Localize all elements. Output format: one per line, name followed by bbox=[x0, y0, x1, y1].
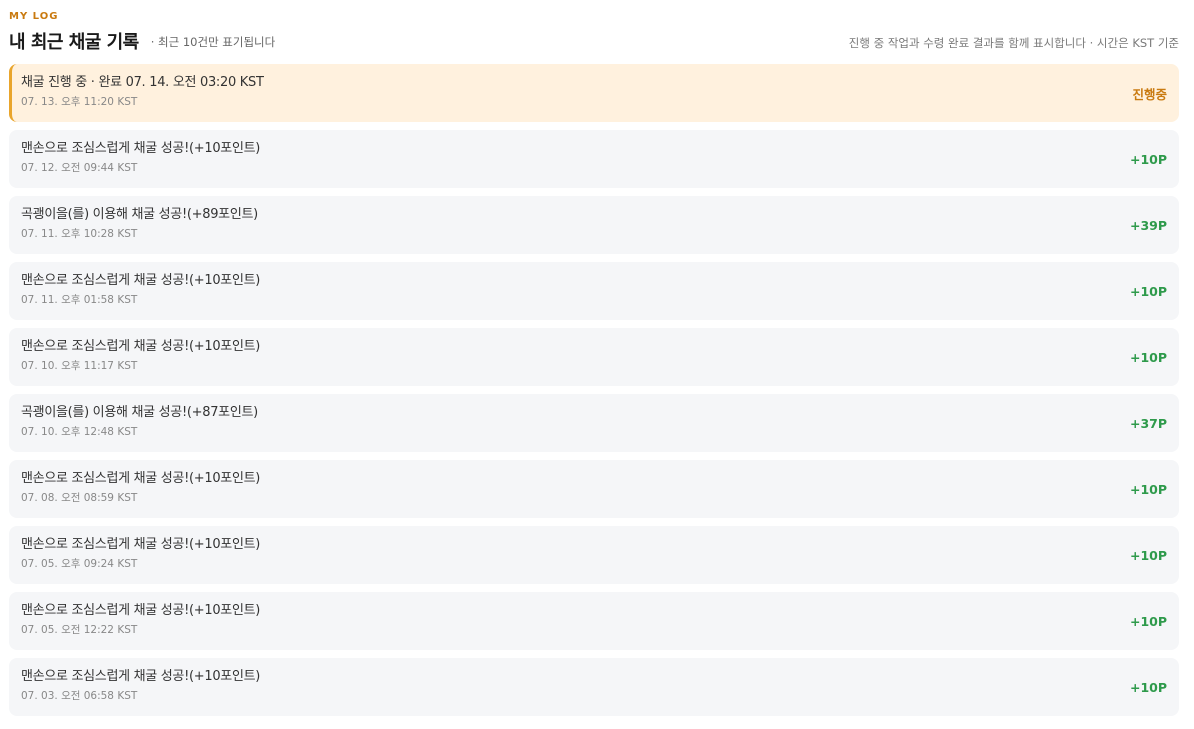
log-entry-text: 맨손으로 조심스럽게 채굴 성공!(+10포인트) 07. 12. 오전 09:… bbox=[21, 140, 260, 175]
log-entry-points: +37P bbox=[1129, 415, 1167, 431]
log-entry-title: 맨손으로 조심스럽게 채굴 성공!(+10포인트) bbox=[21, 471, 261, 486]
log-entry-time: 07. 11. 오후 01:58 KST bbox=[21, 294, 138, 306]
log-entry-text: 채굴 진행 중 · 완료 07. 14. 오전 03:20 KST 07. 13… bbox=[21, 74, 264, 109]
log-entry-time: 07. 13. 오후 11:20 KST bbox=[21, 96, 138, 108]
log-entry: 맨손으로 조심스럽게 채굴 성공!(+10포인트) 07. 08. 오전 08:… bbox=[9, 460, 1179, 518]
log-list: 채굴 진행 중 · 완료 07. 14. 오전 03:20 KST 07. 13… bbox=[9, 64, 1179, 716]
log-entry-points: +10P bbox=[1129, 679, 1167, 695]
log-entry-text: 맨손으로 조심스럽게 채굴 성공!(+10포인트) 07. 08. 오전 08:… bbox=[21, 470, 260, 505]
log-entry-time: 07. 10. 오후 11:17 KST bbox=[21, 360, 138, 372]
log-entry-points: +10P bbox=[1129, 547, 1167, 563]
log-entry-points: +10P bbox=[1129, 613, 1167, 629]
log-entry: 맨손으로 조심스럽게 채굴 성공!(+10포인트) 07. 05. 오후 09:… bbox=[9, 526, 1179, 584]
log-entry-time: 07. 05. 오전 12:22 KST bbox=[21, 624, 138, 636]
log-entry-points: +10P bbox=[1129, 283, 1167, 299]
log-entry-title: 맨손으로 조심스럽게 채굴 성공!(+10포인트) bbox=[21, 603, 261, 618]
log-entry-time: 07. 08. 오전 08:59 KST bbox=[21, 492, 138, 504]
log-entry-title: 맨손으로 조심스럽게 채굴 성공!(+10포인트) bbox=[21, 273, 261, 288]
log-entry-title: 맨손으로 조심스럽게 채굴 성공!(+10포인트) bbox=[21, 141, 261, 156]
header-title-group: 내 최근 채굴 기록 · 최근 10건만 표기됩니다 bbox=[9, 28, 275, 54]
log-entry-text: 맨손으로 조심스럽게 채굴 성공!(+10포인트) 07. 11. 오후 01:… bbox=[21, 272, 260, 307]
log-entry-text: 맨손으로 조심스럽게 채굴 성공!(+10포인트) 07. 03. 오전 06:… bbox=[21, 668, 260, 703]
log-entry-time: 07. 11. 오후 10:28 KST bbox=[21, 228, 138, 240]
page-title: 내 최근 채굴 기록 bbox=[9, 32, 139, 53]
log-entry-text: 맨손으로 조심스럽게 채굴 성공!(+10포인트) 07. 05. 오전 12:… bbox=[21, 602, 260, 637]
log-entry-time: 07. 03. 오전 06:58 KST bbox=[21, 690, 138, 702]
log-entry-title: 맨손으로 조심스럽게 채굴 성공!(+10포인트) bbox=[21, 339, 261, 354]
log-entry: 맨손으로 조심스럽게 채굴 성공!(+10포인트) 07. 05. 오전 12:… bbox=[9, 592, 1179, 650]
log-entry-text: 곡괭이을(를) 이용해 채굴 성공!(+89포인트) 07. 11. 오후 10… bbox=[21, 206, 258, 241]
log-entry: 맨손으로 조심스럽게 채굴 성공!(+10포인트) 07. 11. 오후 01:… bbox=[9, 262, 1179, 320]
log-entry: 맨손으로 조심스럽게 채굴 성공!(+10포인트) 07. 10. 오후 11:… bbox=[9, 328, 1179, 386]
log-entry-text: 맨손으로 조심스럽게 채굴 성공!(+10포인트) 07. 05. 오후 09:… bbox=[21, 536, 260, 571]
log-entry-in-progress: 채굴 진행 중 · 완료 07. 14. 오전 03:20 KST 07. 13… bbox=[9, 64, 1179, 122]
log-entry-points: +10P bbox=[1129, 151, 1167, 167]
log-entry-time: 07. 12. 오전 09:44 KST bbox=[21, 162, 138, 174]
section-eyebrow: MY LOG bbox=[9, 11, 59, 22]
log-entry-title: 곡괭이을(를) 이용해 채굴 성공!(+89포인트) bbox=[21, 207, 258, 222]
log-entry-title: 맨손으로 조심스럽게 채굴 성공!(+10포인트) bbox=[21, 669, 261, 684]
log-entry: 맨손으로 조심스럽게 채굴 성공!(+10포인트) 07. 03. 오전 06:… bbox=[9, 658, 1179, 716]
mining-log-panel: MY LOG 내 최근 채굴 기록 · 최근 10건만 표기됩니다 진행 중 작… bbox=[0, 0, 1194, 716]
status-badge: 진행중 bbox=[1132, 86, 1167, 102]
log-entry: 곡괭이을(를) 이용해 채굴 성공!(+89포인트) 07. 11. 오후 10… bbox=[9, 196, 1179, 254]
log-entry-points: +10P bbox=[1129, 481, 1167, 497]
log-entry-title: 채굴 진행 중 · 완료 07. 14. 오전 03:20 KST bbox=[21, 75, 264, 90]
page-subtitle: · 최근 10건만 표기됩니다 bbox=[150, 35, 276, 49]
log-entry-title: 맨손으로 조심스럽게 채굴 성공!(+10포인트) bbox=[21, 537, 261, 552]
log-entry-text: 맨손으로 조심스럽게 채굴 성공!(+10포인트) 07. 10. 오후 11:… bbox=[21, 338, 260, 373]
log-entry-time: 07. 10. 오후 12:48 KST bbox=[21, 426, 138, 438]
log-entry: 맨손으로 조심스럽게 채굴 성공!(+10포인트) 07. 12. 오전 09:… bbox=[9, 130, 1179, 188]
log-entry-points: +10P bbox=[1129, 349, 1167, 365]
log-entry-title: 곡괭이을(를) 이용해 채굴 성공!(+87포인트) bbox=[21, 405, 258, 420]
header-note: 진행 중 작업과 수령 완료 결과를 함께 표시합니다 · 시간은 KST 기준 bbox=[848, 36, 1179, 50]
log-header: 내 최근 채굴 기록 · 최근 10건만 표기됩니다 진행 중 작업과 수령 완… bbox=[9, 27, 1179, 55]
log-entry-text: 곡괭이을(를) 이용해 채굴 성공!(+87포인트) 07. 10. 오후 12… bbox=[21, 404, 258, 439]
log-entry: 곡괭이을(를) 이용해 채굴 성공!(+87포인트) 07. 10. 오후 12… bbox=[9, 394, 1179, 452]
log-entry-points: +39P bbox=[1129, 217, 1167, 233]
log-entry-time: 07. 05. 오후 09:24 KST bbox=[21, 558, 138, 570]
